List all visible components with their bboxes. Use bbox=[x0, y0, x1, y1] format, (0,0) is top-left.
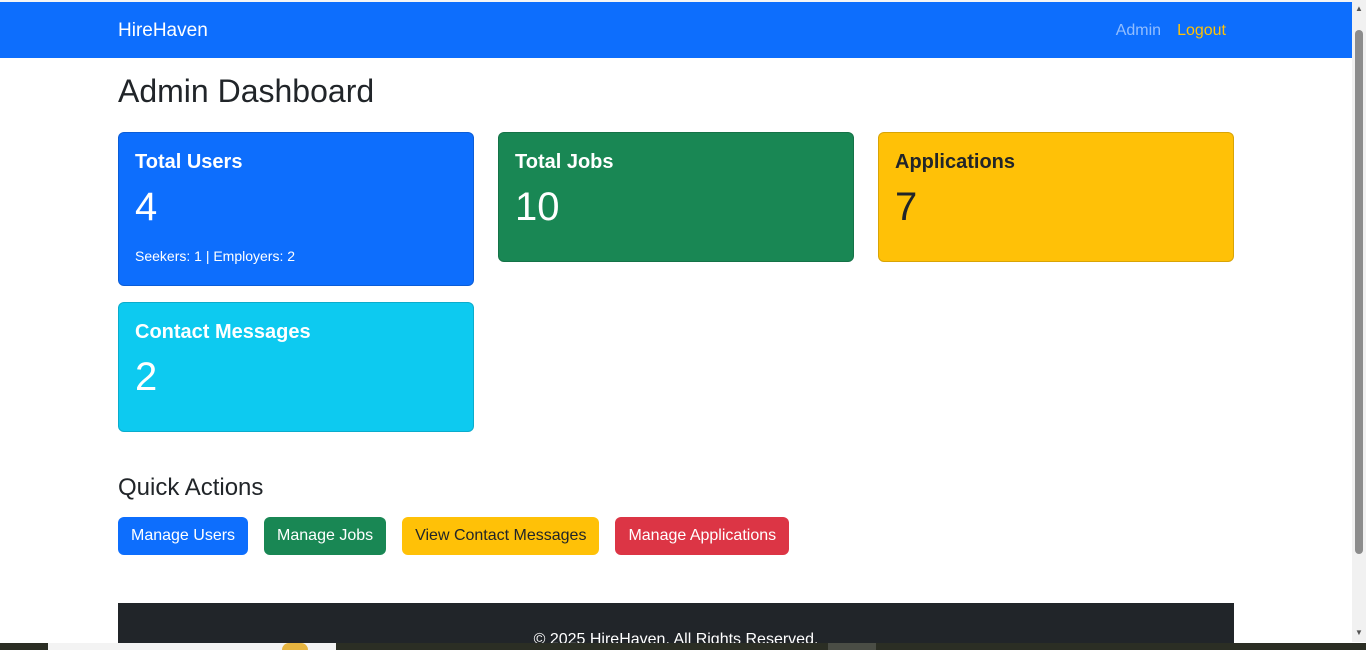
stat-card-value: 7 bbox=[895, 185, 918, 229]
stat-card-contact-messages: Contact Messages 2 bbox=[118, 302, 474, 432]
stat-card-title: Contact Messages bbox=[135, 321, 311, 343]
manage-applications-button[interactable]: Manage Applications bbox=[615, 517, 790, 555]
scroll-up-arrow-icon[interactable]: ▲ bbox=[1355, 4, 1363, 14]
page-title: Admin Dashboard bbox=[118, 73, 375, 109]
top-navbar: HireHaven Admin Logout bbox=[0, 2, 1352, 58]
stat-card-title: Total Users bbox=[135, 151, 243, 173]
stat-card-total-jobs: Total Jobs 10 bbox=[498, 132, 854, 262]
stat-card-total-users: Total Users 4 Seekers: 1 | Employers: 2 bbox=[118, 132, 474, 286]
stat-card-value: 4 bbox=[135, 185, 158, 229]
stat-card-applications: Applications 7 bbox=[878, 132, 1234, 262]
manage-jobs-button[interactable]: Manage Jobs bbox=[264, 517, 387, 555]
stat-card-title: Applications bbox=[895, 151, 1016, 173]
stat-card-value: 10 bbox=[515, 185, 560, 229]
brand-link[interactable]: HireHaven bbox=[118, 19, 208, 43]
stat-card-value: 2 bbox=[135, 355, 158, 399]
quick-actions-bar: Manage Users Manage Jobs View Contact Me… bbox=[118, 517, 790, 555]
os-taskbar bbox=[0, 643, 1366, 650]
stat-card-subtext: Seekers: 1 | Employers: 2 bbox=[135, 248, 296, 264]
scroll-down-arrow-icon[interactable]: ▼ bbox=[1355, 628, 1363, 638]
view-contact-messages-button[interactable]: View Contact Messages bbox=[402, 517, 600, 555]
nav-link-admin[interactable]: Admin bbox=[1116, 21, 1161, 41]
weather-icon bbox=[282, 643, 308, 650]
manage-users-button[interactable]: Manage Users bbox=[118, 517, 249, 555]
page-scrollbar[interactable]: ▲ ▼ bbox=[1352, 0, 1366, 642]
taskbar-app-icon[interactable] bbox=[828, 643, 876, 650]
nav-link-logout[interactable]: Logout bbox=[1177, 21, 1226, 41]
quick-actions-title: Quick Actions bbox=[118, 474, 264, 501]
nav-links: Admin Logout bbox=[1116, 21, 1226, 41]
scrollbar-thumb[interactable] bbox=[1355, 30, 1363, 554]
stat-card-title: Total Jobs bbox=[515, 151, 614, 173]
